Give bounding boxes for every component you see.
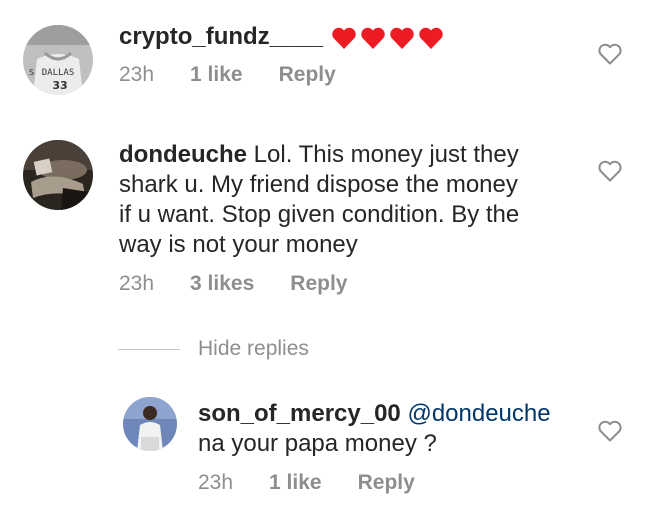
comment-meta: 23h 1 like Reply	[198, 471, 451, 495]
avatar[interactable]: DALLAS 33 S	[23, 25, 93, 95]
comment-username[interactable]: crypto_fundz____	[119, 23, 323, 50]
comment-line: na your papa money ?	[198, 430, 437, 457]
comments-thread: DALLAS 33 S crypto_fundz____ 23h 1 like Re…	[0, 0, 661, 510]
mention-link[interactable]: @dondeuche	[407, 400, 550, 427]
comment-username[interactable]: son_of_mercy_00	[198, 400, 401, 427]
comment-time[interactable]: 23h	[119, 272, 154, 295]
avatar-number-text: 33	[52, 79, 67, 92]
comment-body: crypto_fundz____	[119, 22, 447, 53]
comment-meta: 23h 1 like Reply	[119, 63, 372, 87]
divider	[118, 348, 180, 350]
comment-body: dondeuche Lol. This money just they shar…	[119, 140, 559, 260]
reply-button[interactable]: Reply	[279, 63, 336, 86]
red-heart-emoji-icon	[361, 28, 385, 50]
comment-body: son_of_mercy_00 @dondeuche na your papa …	[198, 399, 578, 459]
avatar-image	[23, 140, 93, 210]
reply-button[interactable]: Reply	[290, 272, 347, 295]
comment-line: shark u. My friend dispose the money	[119, 171, 518, 198]
hide-replies-label: Hide replies	[198, 337, 309, 360]
comment-time[interactable]: 23h	[119, 63, 154, 86]
comment-likes[interactable]: 1 like	[190, 63, 243, 86]
comment-likes[interactable]: 1 like	[269, 471, 322, 494]
heart-outline-icon[interactable]	[597, 159, 623, 183]
red-heart-emoji-icon	[332, 28, 356, 50]
reply-button[interactable]: Reply	[358, 471, 415, 494]
comment-time[interactable]: 23h	[198, 471, 233, 494]
avatar-team-text: DALLAS	[42, 68, 75, 78]
comment-line: if u want. Stop given condition. By the	[119, 201, 520, 228]
hearts-emoji-group	[331, 23, 447, 53]
avatar[interactable]	[123, 397, 177, 451]
heart-outline-icon[interactable]	[597, 42, 623, 66]
comment-likes[interactable]: 3 likes	[190, 272, 254, 295]
avatar-letter-text: S	[29, 68, 34, 77]
hide-replies-button[interactable]: Hide replies	[118, 334, 309, 364]
red-heart-emoji-icon	[390, 28, 414, 50]
avatar[interactable]	[23, 140, 93, 210]
avatar-image: DALLAS 33 S	[23, 25, 93, 95]
red-heart-emoji-icon	[419, 28, 443, 50]
comment-line: dondeuche Lol. This money just they	[119, 140, 559, 170]
avatar-image	[123, 397, 177, 451]
comment-line: son_of_mercy_00 @dondeuche	[198, 399, 578, 429]
comment-meta: 23h 3 likes Reply	[119, 272, 383, 296]
comment-username[interactable]: dondeuche	[119, 141, 247, 168]
comment-text: Lol. This money just they	[247, 141, 519, 168]
comment-line: way is not your money	[119, 231, 358, 258]
heart-outline-icon[interactable]	[597, 419, 623, 443]
